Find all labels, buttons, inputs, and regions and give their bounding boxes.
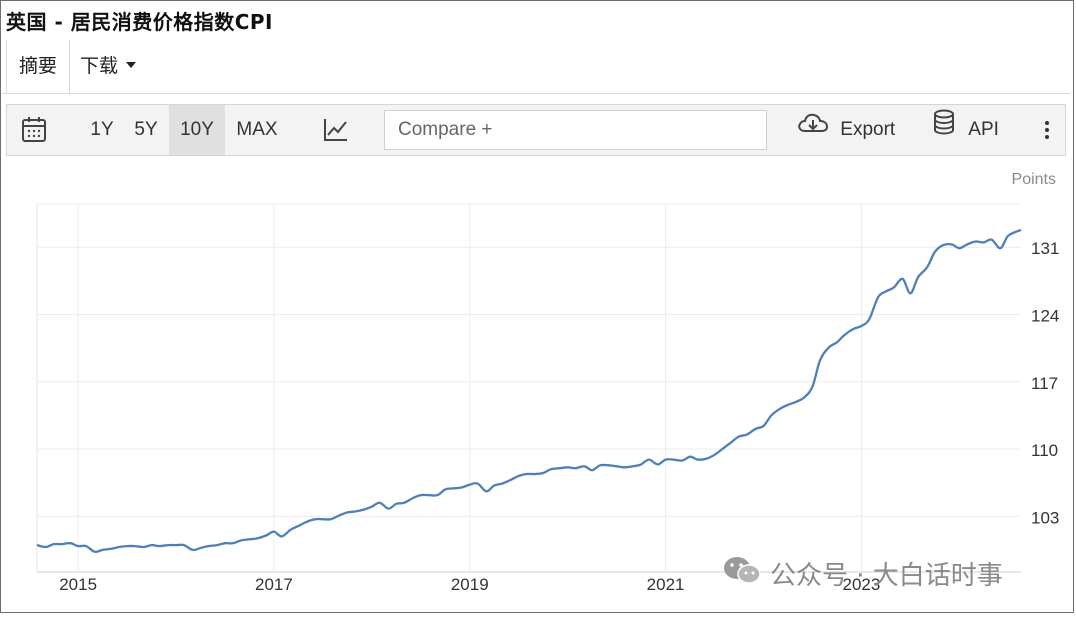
watermark: 公众号 · 大白话时事: [722, 555, 1003, 591]
caret-down-icon: [126, 61, 137, 68]
api-label: API: [968, 119, 999, 141]
cloud-download-icon: [797, 105, 829, 155]
x-tick-label: 2015: [59, 575, 97, 594]
range-1y-button[interactable]: 1Y: [85, 105, 119, 155]
wechat-icon: [722, 555, 762, 592]
tab-bar: 摘要 下载: [2, 40, 1070, 94]
range-max-button[interactable]: MAX: [233, 105, 281, 155]
compare-input[interactable]: Compare +: [384, 110, 767, 150]
y-tick-label: 124: [1031, 306, 1059, 325]
y-tick-label: 131: [1031, 239, 1059, 258]
export-button[interactable]: Export: [797, 105, 897, 155]
more-options-icon[interactable]: [1039, 105, 1055, 155]
cpi-line-chart: 1031101171241312015 2017 2019 2021 2023Point…: [36, 171, 1059, 594]
chart-area: 103 110 117 124 131 2015 2017 2019 2021 2023 Point…: [0, 160, 1074, 612]
tab-summary[interactable]: 摘要: [6, 40, 70, 93]
x-tick-label: 2019: [451, 575, 489, 594]
tab-download-label: 下载: [80, 55, 119, 77]
y-tick-label: 103: [1031, 508, 1059, 527]
database-icon: [933, 105, 955, 155]
x-tick-label: 2021: [647, 575, 685, 594]
watermark-text: 公众号 · 大白话时事: [770, 561, 1003, 591]
y-tick-label: 117: [1031, 374, 1058, 393]
export-label: Export: [840, 119, 896, 141]
y-tick-label: 110: [1031, 441, 1058, 460]
x-tick-label: 2017: [255, 575, 293, 594]
y-axis-unit-label: Points: [1012, 171, 1056, 188]
line-chart-icon[interactable]: [323, 105, 349, 155]
tab-download[interactable]: 下载: [80, 40, 137, 93]
range-5y-button[interactable]: 5Y: [129, 105, 163, 155]
title-bar: 英国 - 居民消费价格指数CPI: [2, 2, 1070, 41]
api-button[interactable]: API: [933, 105, 1005, 155]
range-10y-button[interactable]: 10Y: [169, 105, 225, 155]
chart-toolbar: 1Y 5Y 10Y MAX Compare + Export API: [6, 104, 1066, 156]
cpi-series-line: [36, 228, 1022, 554]
page-title: 英国 - 居民消费价格指数CPI: [6, 10, 274, 34]
calendar-icon[interactable]: [21, 105, 47, 155]
